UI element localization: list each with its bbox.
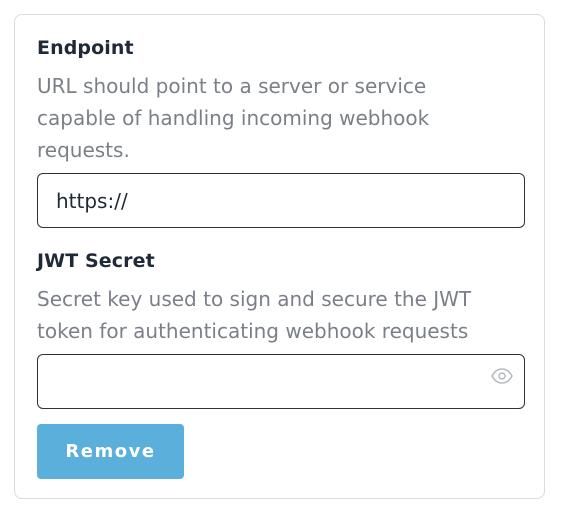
jwt-secret-label: JWT Secret	[37, 250, 155, 272]
endpoint-description: URL should point to a server or service …	[37, 74, 430, 162]
webhook-card: Endpoint URL should point to a server or…	[14, 14, 545, 499]
jwt-secret-input[interactable]	[37, 354, 525, 409]
endpoint-label: Endpoint	[37, 37, 134, 59]
endpoint-input[interactable]	[37, 173, 525, 228]
remove-button[interactable]: Remove	[37, 424, 184, 479]
jwt-secret-description: Secret key used to sign and secure the J…	[37, 287, 472, 343]
eye-icon[interactable]	[491, 368, 513, 384]
